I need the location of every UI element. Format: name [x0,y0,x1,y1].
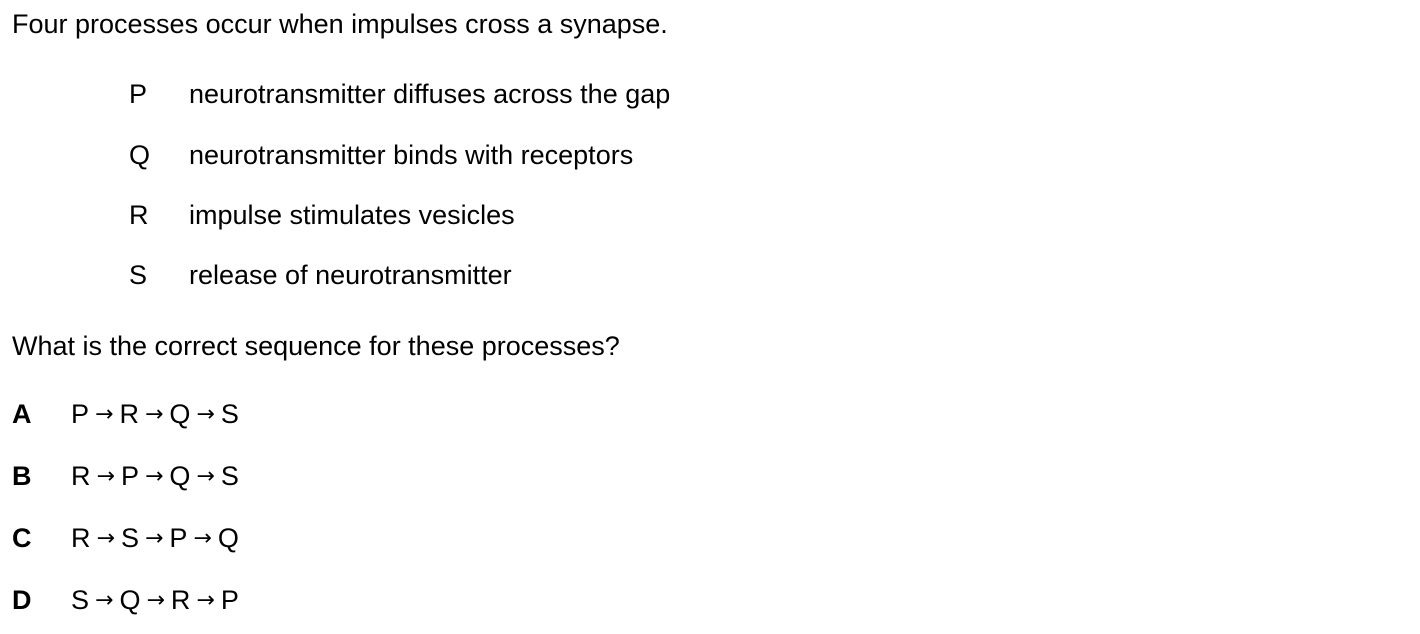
process-letter: S [129,260,148,290]
sequence-step: R [71,523,91,553]
process-text: impulse stimulates vesicles [189,200,515,230]
sequence-step: R [71,461,91,491]
sequence-step: S [220,461,239,491]
right-arrow-icon: → [144,402,164,427]
right-arrow-icon: → [196,402,215,427]
right-arrow-icon: → [96,464,115,489]
sequence-step: S [120,523,139,553]
process-text: neurotransmitter binds with receptors [189,140,634,170]
option-sequence: R → P → Q → S [71,460,239,492]
question-page: Four processes occur when impulses cross… [0,0,1420,634]
process-text: neurotransmitter diffuses across the gap [189,79,671,109]
option-letter: C [12,523,32,553]
right-arrow-icon: → [146,588,165,613]
process-letter: P [129,79,148,109]
process-text: release of neurotransmitter [189,260,512,290]
option-sequence: S → Q → R → P [71,584,239,616]
right-arrow-icon: → [95,402,114,427]
option-letter: A [12,399,32,429]
option-sequence: R → S → P → Q [71,522,239,554]
sequence-step: R [170,585,191,615]
sequence-step: S [220,399,239,429]
right-arrow-icon: → [193,526,212,551]
sequence-step: Q [169,399,191,429]
right-arrow-icon: → [196,464,215,489]
option-letter: D [12,585,32,615]
option-letter: B [12,461,32,491]
option-sequence: P → R → Q → S [71,398,239,430]
sequence-step: P [120,461,139,491]
sequence-step: S [71,585,90,615]
right-arrow-icon: → [144,464,164,489]
process-letter: R [129,200,149,230]
right-arrow-icon: → [196,588,215,613]
sequence-step: R [119,399,139,429]
sequence-step: P [71,399,90,429]
sequence-step: Q [119,585,141,615]
question-text: What is the correct sequence for these p… [12,331,620,361]
right-arrow-icon: → [96,526,115,551]
sequence-step: P [220,585,239,615]
intro-text: Four processes occur when impulses cross… [12,9,668,39]
right-arrow-icon: → [144,526,164,551]
sequence-step: Q [217,523,239,553]
process-letter: Q [129,140,151,170]
right-arrow-icon: → [95,588,114,613]
sequence-step: P [169,523,188,553]
sequence-step: Q [169,461,191,491]
